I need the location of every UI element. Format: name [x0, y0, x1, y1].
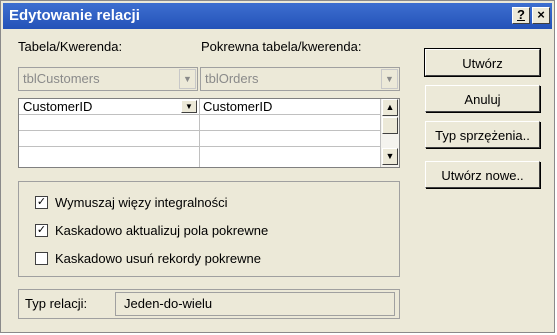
- column-divider: [199, 99, 200, 167]
- cancel-button[interactable]: Anuluj: [425, 85, 540, 112]
- scroll-thumb[interactable]: [382, 117, 398, 134]
- fields-grid[interactable]: CustomerID ▼ CustomerID ▲ ▼: [18, 98, 400, 168]
- cascade-update-label[interactable]: Kaskadowo aktualizuj pola pokrewne: [55, 223, 268, 238]
- related-table-label: Pokrewna tabela/kwerenda:: [201, 39, 362, 54]
- help-button[interactable]: ?: [512, 7, 530, 24]
- integrity-options-group: ✓ Wymuszaj więzy integralności ✓ Kaskado…: [18, 181, 400, 277]
- relationship-type-value: Jeden-do-wielu: [115, 292, 395, 316]
- cascade-delete-checkbox[interactable]: [35, 252, 48, 265]
- vertical-scrollbar[interactable]: ▲ ▼: [380, 99, 399, 167]
- relationship-type-label: Typ relacji:: [25, 296, 88, 311]
- related-table-combo[interactable]: tblOrders ▼: [200, 67, 400, 91]
- cascade-delete-label[interactable]: Kaskadowo usuń rekordy pokrewne: [55, 251, 261, 266]
- scroll-down-icon[interactable]: ▼: [382, 148, 398, 165]
- chevron-down-icon[interactable]: ▼: [179, 69, 196, 89]
- table-label: Tabela/Kwerenda:: [18, 39, 123, 54]
- create-new-button[interactable]: Utwórz nowe..: [425, 161, 540, 188]
- cascade-update-checkbox[interactable]: ✓: [35, 224, 48, 237]
- table-combo-value: tblCustomers: [23, 71, 100, 86]
- enforce-integrity-checkbox[interactable]: ✓: [35, 196, 48, 209]
- table-combo[interactable]: tblCustomers ▼: [18, 67, 198, 91]
- close-button[interactable]: ×: [532, 7, 550, 24]
- create-button[interactable]: Utwórz: [424, 48, 541, 77]
- chevron-down-icon[interactable]: ▼: [381, 69, 398, 89]
- enforce-integrity-label[interactable]: Wymuszaj więzy integralności: [55, 195, 228, 210]
- grid-cell-right[interactable]: CustomerID: [203, 99, 272, 114]
- join-type-button[interactable]: Typ sprzężenia..: [425, 121, 540, 148]
- grid-cell-left[interactable]: CustomerID: [23, 99, 92, 114]
- edit-relationships-dialog: Edytowanie relacji ? × Tabela/Kwerenda: …: [0, 0, 555, 333]
- chevron-down-icon[interactable]: ▼: [181, 100, 197, 113]
- dialog-title: Edytowanie relacji: [9, 7, 140, 24]
- title-bar[interactable]: Edytowanie relacji ? ×: [3, 3, 552, 29]
- relationship-type-box: Typ relacji: Jeden-do-wielu: [18, 289, 400, 319]
- scroll-up-icon[interactable]: ▲: [382, 99, 398, 116]
- related-table-combo-value: tblOrders: [205, 71, 259, 86]
